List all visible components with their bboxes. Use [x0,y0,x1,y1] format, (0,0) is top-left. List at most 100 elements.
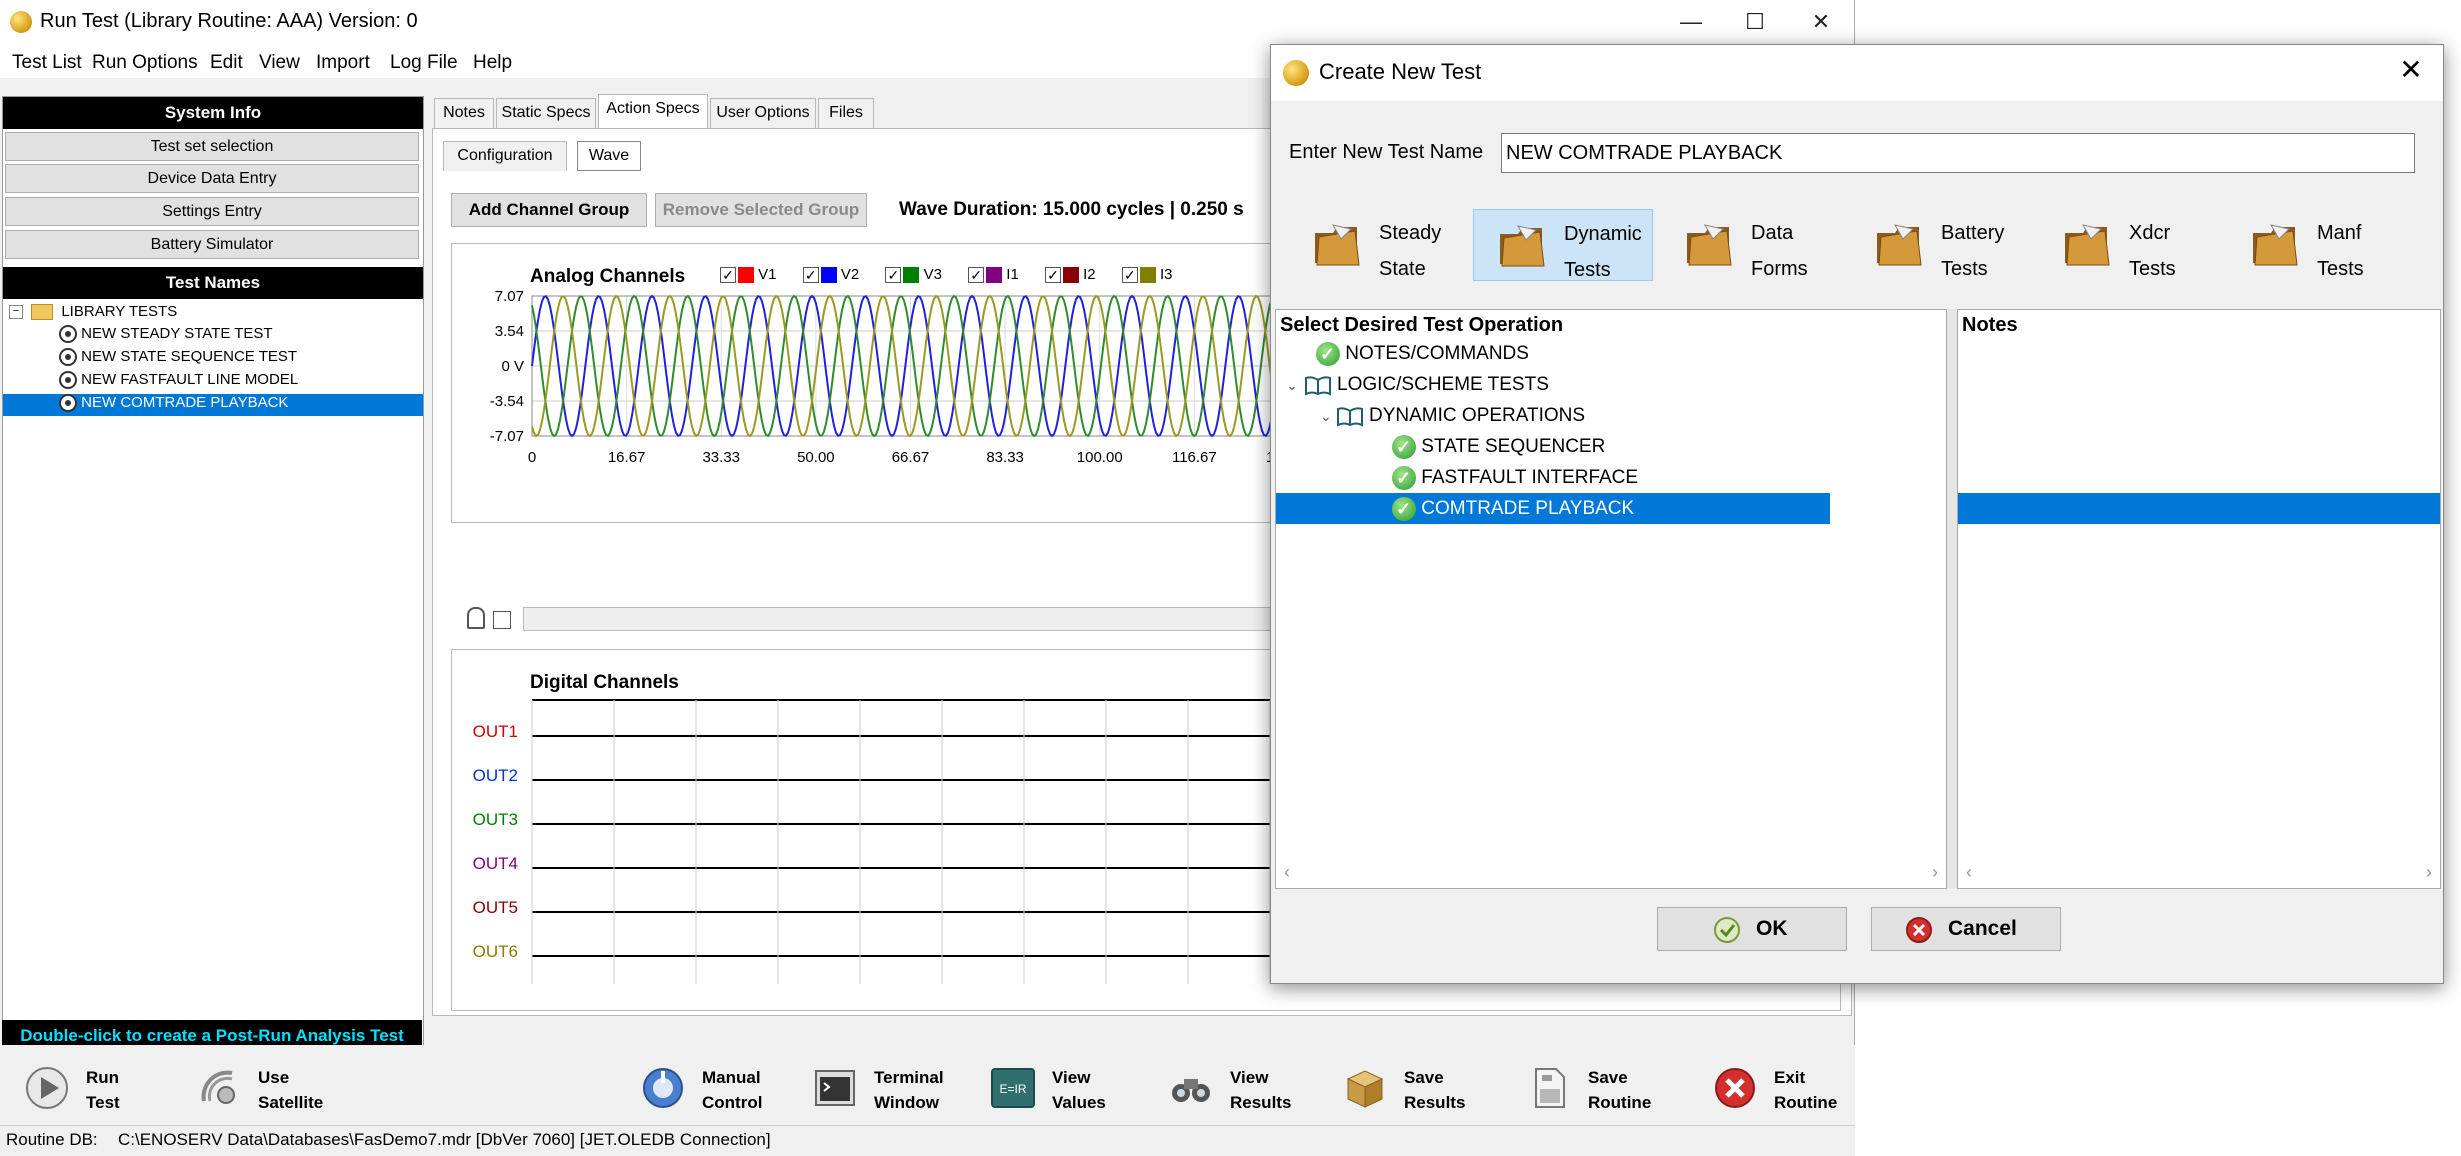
tree-item-label: NOTES/COMMANDS [1345,343,1529,364]
lock-icon[interactable] [467,607,485,629]
cancel-button[interactable]: Cancel [1871,907,2061,951]
gear-icon [59,394,77,413]
ok-button[interactable]: OK [1657,907,1847,951]
svg-text:E=IR: E=IR [999,1082,1026,1096]
tree-item-label: DYNAMIC OPERATIONS [1369,405,1586,426]
save-routine-button[interactable]: Save Routine [1526,1053,1676,1123]
y-tick-label: 0 V [501,358,524,375]
tree-item-state-sequencer[interactable]: STATE SEQUENCER [1276,431,1605,463]
folder-icon [31,304,54,321]
minimize-button[interactable]: — [1656,0,1726,46]
subtab-wave[interactable]: Wave [577,141,641,171]
menu-import[interactable]: Import [316,52,370,74]
save-results-button[interactable]: Save Results [1342,1053,1492,1123]
category-label: Manf Tests [2317,222,2364,280]
category-manf-tests[interactable]: Manf Tests [2227,209,2407,281]
chevron-down-icon[interactable]: ⌄ [1320,408,1332,424]
manual-control-button[interactable]: Manual Control [640,1053,790,1123]
channel-label-out5: OUT5 [472,898,518,917]
tab-action-specs[interactable]: Action Specs [598,94,708,128]
manual-control-label: Manual Control [702,1068,763,1112]
analog-plot-svg: 7.07 3.54 0 V -3.54 -7.070 16.67 33.33 50.00 66.… [490,288,1412,466]
system-info-header: System Info [3,97,423,129]
use-satellite-button[interactable]: Use Satellite [196,1053,356,1123]
terminal-icon [815,1070,855,1106]
category-steady-state[interactable]: Steady State [1289,209,1469,281]
menu-run-options[interactable]: Run Options [92,52,198,74]
y-tick-label: 3.54 [495,323,524,340]
chevron-down-icon[interactable]: ⌄ [1286,377,1298,393]
test-set-selection-button[interactable]: Test set selection [5,132,419,161]
notes-pane: Notes ‹ › [1957,309,2441,889]
category-label: Data Forms [1751,222,1808,280]
tree-item[interactable]: NEW FASTFAULT LINE MODEL [59,371,298,390]
view-values-button[interactable]: E=IR View Values [990,1053,1140,1123]
tree-item-logic-scheme[interactable]: ⌄ LOGIC/SCHEME TESTS [1276,369,1549,400]
tree-item-fastfault-interface[interactable]: FASTFAULT INTERFACE [1276,462,1638,494]
category-dynamic-tests[interactable]: Dynamic Tests [1473,209,1653,281]
settings-entry-button[interactable]: Settings Entry [5,197,419,226]
menu-test-list[interactable]: Test List [12,52,82,74]
menu-view[interactable]: View [259,52,300,74]
category-battery-tests[interactable]: Battery Tests [1851,209,2031,281]
splitter[interactable] [1947,309,1957,889]
category-xdcr-tests[interactable]: Xdcr Tests [2039,209,2219,281]
category-label: Xdcr Tests [2129,222,2176,280]
dialog-close-icon[interactable]: ✕ [2391,53,2431,86]
dialog-title: Create New Test [1319,59,1482,84]
tab-user-options[interactable]: User Options [710,98,816,128]
menu-help[interactable]: Help [473,52,512,74]
horizontal-scrollbar[interactable]: ‹ › [1276,860,1946,888]
battery-simulator-button[interactable]: Battery Simulator [5,230,419,259]
tab-notes[interactable]: Notes [434,98,494,128]
lock-checkbox[interactable] [493,611,511,629]
status-bar: Routine DB: C:\ENOSERV Data\Databases\Fa… [0,1125,1855,1156]
test-name-input[interactable] [1501,133,2415,173]
book-icon [1304,376,1331,396]
category-data-forms[interactable]: Data Forms [1661,209,1841,281]
run-test-button[interactable]: Run Test [24,1053,144,1123]
exit-routine-button[interactable]: Exit Routine [1712,1053,1852,1123]
category-label: Dynamic Tests [1564,223,1642,281]
y-tick-label: -3.54 [490,393,524,410]
x-tick-label: 83.33 [986,449,1024,466]
tab-static-specs[interactable]: Static Specs [496,98,596,128]
view-results-button[interactable]: View Results [1168,1053,1318,1123]
channel-label-out6: OUT6 [472,942,518,961]
tree-item-label: LOGIC/SCHEME TESTS [1337,374,1549,395]
tree-root[interactable]: − LIBRARY TESTS [9,303,177,321]
menu-log-file[interactable]: Log File [390,52,458,74]
subtab-configuration[interactable]: Configuration [443,141,567,171]
gear-icon [59,348,77,367]
collapse-icon[interactable]: − [9,305,23,320]
maximize-button[interactable]: ☐ [1720,0,1790,46]
device-data-entry-button[interactable]: Device Data Entry [5,164,419,193]
book-icon [1336,407,1363,427]
notes-scrollbar[interactable]: ‹ › [1958,860,2440,888]
tree-item-comtrade-playback[interactable]: COMTRADE PLAYBACK [1276,493,1830,525]
notes-selected-row [1958,493,2440,524]
tree-item[interactable]: NEW STATE SEQUENCE TEST [59,348,297,367]
use-satellite-label: Use Satellite [258,1068,324,1112]
tree-item-selected[interactable]: NEW COMTRADE PLAYBACK [3,394,423,416]
run-test-label: Run Test [86,1068,120,1112]
tree-item[interactable]: NEW STEADY STATE TEST [59,325,273,344]
check-icon [1392,463,1416,494]
routine-db-label: Routine DB: [6,1130,98,1149]
gear-icon [59,371,77,390]
terminal-window-button[interactable]: Terminal Window [812,1053,972,1123]
tree-item-dynamic-operations[interactable]: ⌄ DYNAMIC OPERATIONS [1276,400,1585,431]
digital-channel-labels: OUT1 OUT2 OUT3 OUT4 OUT5 OUT6 [462,650,522,1012]
tab-files[interactable]: Files [818,98,874,128]
channel-label-out3: OUT3 [472,810,518,829]
box-icon [1346,1070,1384,1108]
test-name-label: Enter New Test Name [1289,141,1484,163]
tree-item-notes-commands[interactable]: NOTES/COMMANDS [1276,338,1529,370]
add-channel-group-button[interactable]: Add Channel Group [451,193,647,227]
view-results-label: View Results [1230,1068,1292,1112]
menu-edit[interactable]: Edit [210,52,243,74]
channel-label-out2: OUT2 [472,766,518,785]
remove-selected-group-button[interactable]: Remove Selected Group [655,193,867,227]
close-button[interactable]: ✕ [1786,0,1856,46]
check-icon [1316,339,1340,370]
